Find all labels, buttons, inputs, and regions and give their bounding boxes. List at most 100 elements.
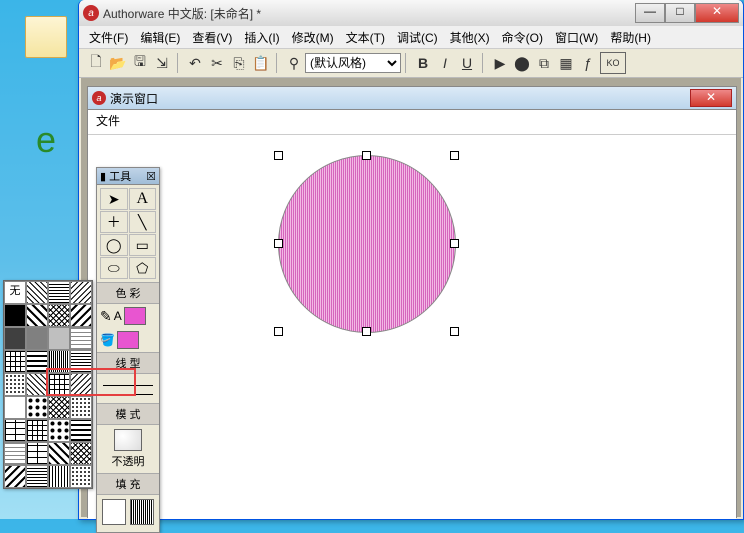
new-button[interactable]: 🗋 <box>86 53 106 73</box>
fg-color-swatch[interactable] <box>124 307 146 325</box>
pattern-brick2[interactable] <box>26 442 48 465</box>
diag-line-tool[interactable]: ╲ <box>129 211 157 233</box>
funcs-button[interactable]: ƒ <box>578 53 598 73</box>
tools-close-icon[interactable]: ☒ <box>146 170 156 183</box>
pattern-vthick[interactable] <box>48 350 70 373</box>
handle-e[interactable] <box>450 239 459 248</box>
pattern-diag3[interactable] <box>70 304 92 327</box>
copy-button[interactable]: ⎘ <box>229 53 249 73</box>
menu-edit[interactable]: 编辑(E) <box>134 27 186 48</box>
polygon-tool[interactable]: ⬠ <box>129 257 157 279</box>
pattern-xhatch2[interactable] <box>48 396 70 419</box>
rect-tool[interactable]: ▭ <box>129 234 157 256</box>
pattern-wave2[interactable] <box>4 442 26 465</box>
undo-button[interactable]: ↶ <box>185 53 205 73</box>
menu-other[interactable]: 其他(X) <box>444 27 496 48</box>
pattern-xhatch3[interactable] <box>70 442 92 465</box>
fill-swatch-1[interactable] <box>102 499 126 525</box>
pattern-solid[interactable] <box>4 304 26 327</box>
menu-text[interactable]: 文本(T) <box>340 27 391 48</box>
handle-sw[interactable] <box>274 327 283 336</box>
tools-title[interactable]: ▮ 工具☒ <box>97 168 159 185</box>
pattern-xhatch[interactable] <box>48 304 70 327</box>
fill-swatch-2[interactable] <box>130 499 154 525</box>
desktop-folder[interactable] <box>22 16 70 72</box>
pattern-none[interactable]: 无 <box>4 281 26 304</box>
canvas-menu-file[interactable]: 文件 <box>96 114 120 128</box>
handle-s[interactable] <box>362 327 371 336</box>
menu-file[interactable]: 文件(F) <box>83 27 134 48</box>
pattern-vert[interactable] <box>48 465 70 488</box>
handle-se[interactable] <box>450 327 459 336</box>
pattern-gray75[interactable] <box>4 327 26 350</box>
pattern-horiz[interactable] <box>48 281 70 304</box>
menu-command[interactable]: 命令(O) <box>496 27 549 48</box>
open-button[interactable]: 📂 <box>108 53 128 73</box>
pattern-cross2[interactable] <box>48 373 70 396</box>
pattern-diagwide2[interactable] <box>48 442 70 465</box>
mode-swatch[interactable] <box>114 429 142 451</box>
menu-insert[interactable]: 插入(I) <box>238 27 285 48</box>
trace-button[interactable]: ⧉ <box>534 53 554 73</box>
pattern-brick[interactable] <box>4 419 26 442</box>
run-button[interactable]: ▶︎ <box>490 53 510 73</box>
vars-button[interactable]: ▦ <box>556 53 576 73</box>
close-button[interactable]: ✕ <box>695 3 739 23</box>
pattern-gray50[interactable] <box>26 327 48 350</box>
pattern-dots2[interactable] <box>70 396 92 419</box>
pattern-blank[interactable] <box>4 396 26 419</box>
canvas-close-button[interactable]: ✕ <box>690 89 732 107</box>
menu-debug[interactable]: 调试(C) <box>391 27 444 48</box>
handle-nw[interactable] <box>274 151 283 160</box>
find-button[interactable]: ⚲ <box>284 53 304 73</box>
pattern-diag2[interactable] <box>70 281 92 304</box>
handle-w[interactable] <box>274 239 283 248</box>
pattern-bigdots2[interactable] <box>48 419 70 442</box>
underline-button[interactable]: U <box>457 53 477 73</box>
pattern-hthick2[interactable] <box>70 419 92 442</box>
text-tool[interactable]: A <box>129 188 157 210</box>
canvas-titlebar: a 演示窗口 ✕ <box>88 87 736 110</box>
pattern-horiz3[interactable] <box>26 465 48 488</box>
roundrect-tool[interactable]: ⬭ <box>100 257 128 279</box>
handle-n[interactable] <box>362 151 371 160</box>
menu-window[interactable]: 窗口(W) <box>549 27 604 48</box>
pattern-bigdots[interactable] <box>26 396 48 419</box>
pattern-diagwide[interactable] <box>26 304 48 327</box>
bold-button[interactable]: B <box>413 53 433 73</box>
menu-help[interactable]: 帮助(H) <box>604 27 657 48</box>
pattern-grid[interactable] <box>26 419 48 442</box>
import-button[interactable]: ⇲ <box>152 53 172 73</box>
pattern-cross[interactable] <box>4 350 26 373</box>
oval-shape[interactable] <box>278 155 456 333</box>
cut-button[interactable]: ✂ <box>207 53 227 73</box>
paste-button[interactable]: 📋 <box>251 53 271 73</box>
pattern-diag1b[interactable] <box>26 373 48 396</box>
save-button[interactable]: 🖫 <box>130 53 150 73</box>
menu-view[interactable]: 查看(V) <box>186 27 238 48</box>
pattern-horiz2[interactable] <box>70 350 92 373</box>
desktop-ie[interactable]: e <box>22 120 70 176</box>
maximize-button[interactable]: □ <box>665 3 695 23</box>
pattern-diag1[interactable] <box>26 281 48 304</box>
oval-tool[interactable]: ◯ <box>100 234 128 256</box>
pattern-hthick[interactable] <box>26 350 48 373</box>
line-samples[interactable] <box>97 374 159 403</box>
pattern-gray25[interactable] <box>48 327 70 350</box>
pattern-dots[interactable] <box>4 373 26 396</box>
bg-color-swatch[interactable] <box>117 331 139 349</box>
menu-modify[interactable]: 修改(M) <box>286 27 340 48</box>
style-select[interactable]: (默认风格) <box>305 53 401 73</box>
handle-ne[interactable] <box>450 151 459 160</box>
pointer-tool[interactable]: ➤ <box>100 188 128 210</box>
stop-button[interactable]: ⬤ <box>512 53 532 73</box>
ko-button[interactable]: KO <box>600 52 626 74</box>
pattern-diag2b[interactable] <box>70 373 92 396</box>
canvas[interactable] <box>88 135 736 519</box>
italic-button[interactable]: I <box>435 53 455 73</box>
pattern-dots3[interactable] <box>70 465 92 488</box>
line-tool[interactable]: ＋ <box>100 211 128 233</box>
pattern-wave[interactable] <box>70 327 92 350</box>
pattern-diag3b[interactable] <box>4 465 26 488</box>
minimize-button[interactable]: — <box>635 3 665 23</box>
